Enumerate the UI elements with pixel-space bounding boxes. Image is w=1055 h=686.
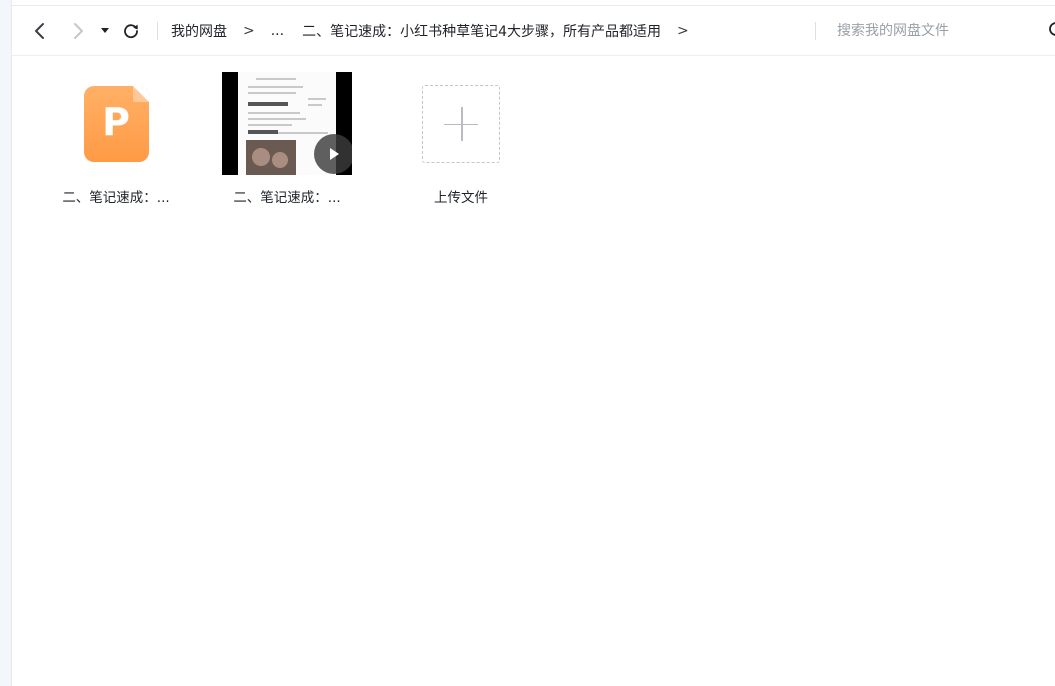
back-button[interactable] — [28, 6, 52, 56]
navigation-toolbar: 我的网盘 > ... 二、笔记速成：小红书种草笔记4大步骤，所有产品都适用 > — [12, 6, 1055, 56]
ppt-file-icon: P — [83, 85, 149, 162]
play-icon — [330, 148, 339, 160]
file-grid: P 二、笔记速成：... 二、笔记速成：... 上传文件 — [12, 56, 1055, 686]
left-sidebar-strip — [0, 0, 12, 686]
search-input[interactable] — [837, 20, 1027, 42]
forward-button[interactable] — [66, 6, 90, 56]
file-tile-ppt[interactable]: P 二、笔记速成：... — [41, 72, 191, 212]
search-separator — [815, 22, 816, 40]
search-area — [815, 6, 1055, 56]
video-thumbnail — [222, 72, 352, 175]
file-tile-video[interactable]: 二、笔记速成：... — [212, 72, 362, 212]
breadcrumb-ellipsis[interactable]: ... — [271, 23, 288, 39]
breadcrumb-current-folder[interactable]: 二、笔记速成：小红书种草笔记4大步骤，所有产品都适用 — [288, 21, 661, 41]
search-button[interactable] — [1047, 20, 1055, 42]
upload-thumbnail — [386, 72, 536, 175]
refresh-button[interactable] — [119, 6, 143, 56]
file-thumbnail: P — [41, 72, 191, 175]
plus-icon-vertical — [461, 106, 463, 141]
file-name: 二、笔记速成：... — [62, 190, 170, 206]
toolbar-separator — [157, 22, 158, 40]
caret-down-icon — [101, 28, 109, 33]
play-button[interactable] — [314, 134, 352, 174]
breadcrumb-separator: > — [243, 23, 255, 39]
upload-button[interactable] — [422, 84, 500, 163]
file-thumbnail — [212, 72, 362, 175]
netdisk-window: 我的网盘 > ... 二、笔记速成：小红书种草笔记4大步骤，所有产品都适用 > — [0, 0, 1055, 686]
upload-file-tile[interactable]: 上传文件 — [386, 72, 536, 212]
refresh-icon — [124, 24, 138, 39]
history-dropdown-button[interactable] — [95, 6, 115, 56]
breadcrumb-root[interactable]: 我的网盘 — [171, 21, 227, 41]
chevron-right-icon — [74, 23, 83, 39]
chevron-left-icon — [35, 23, 44, 39]
breadcrumb: 我的网盘 > ... 二、笔记速成：小红书种草笔记4大步骤，所有产品都适用 > — [171, 6, 705, 56]
ppt-letter: P — [102, 99, 130, 144]
upload-label: 上传文件 — [434, 190, 488, 206]
breadcrumb-trailing-separator[interactable]: > — [661, 23, 705, 39]
file-name: 二、笔记速成：... — [233, 190, 341, 206]
search-icon — [1049, 22, 1055, 36]
